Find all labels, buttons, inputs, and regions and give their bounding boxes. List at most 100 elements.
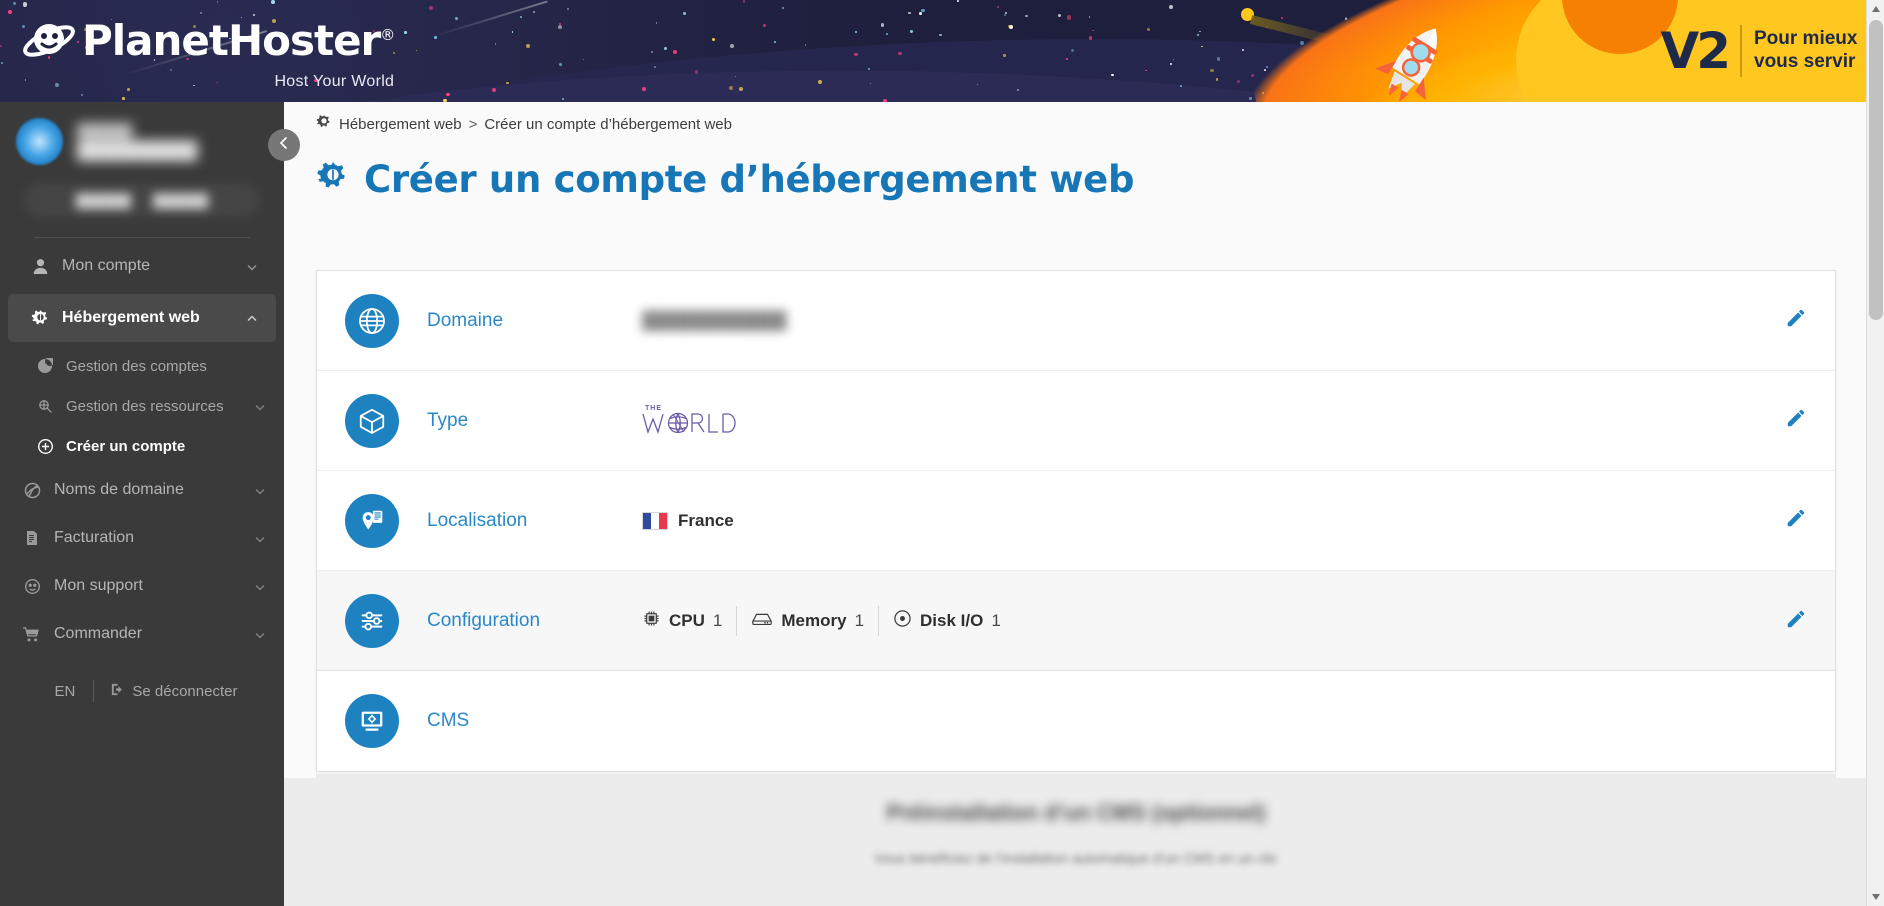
domain-icon <box>20 482 44 499</box>
cpu-icon <box>642 609 661 633</box>
cms-monitor-icon <box>345 694 399 748</box>
chevron-down-icon <box>254 484 266 496</box>
row-cms[interactable]: CMS <box>317 671 1835 771</box>
cube-icon <box>345 393 399 448</box>
globe-icon <box>345 293 399 348</box>
user-name-small: ██████ <box>77 122 133 138</box>
location-server-icon <box>345 493 399 548</box>
sidebar-label: Mon support <box>54 577 143 594</box>
breadcrumb: Hébergement web > Créer un compte d’hébe… <box>316 114 732 134</box>
sidebar-item-mon-support[interactable]: Mon support <box>0 562 284 610</box>
invoice-icon <box>20 530 44 546</box>
chevron-down-icon <box>254 580 266 592</box>
chevron-left-icon <box>277 136 291 155</box>
sidebar-sub-label: Gestion des ressources <box>66 397 224 415</box>
pencil-icon[interactable] <box>1785 407 1807 434</box>
config-memory-label: Memory <box>781 611 847 630</box>
sidebar-sub-label: Gestion des comptes <box>66 357 207 375</box>
chevron-down-icon <box>254 532 266 544</box>
avatar <box>16 118 63 165</box>
flag-fr-icon <box>642 511 668 530</box>
row-domaine[interactable]: Domaine ████████████ <box>317 271 1835 371</box>
world-logo-mark <box>642 412 736 435</box>
user-names: ██████ ██████████ <box>77 123 197 161</box>
resources-icon <box>34 398 56 414</box>
plus-circle-icon <box>34 438 56 455</box>
sidebar-item-gestion-des-ressources[interactable]: Gestion des ressources <box>0 386 284 426</box>
arrow-down-icon[interactable] <box>1867 888 1884 906</box>
sidebar-item-noms-de-domaine[interactable]: Noms de domaine <box>0 466 284 514</box>
row-label-type: Type <box>427 409 469 431</box>
user-name-large: ██████████ <box>77 140 198 160</box>
pencil-icon[interactable] <box>1785 307 1807 334</box>
gear-icon <box>316 114 332 134</box>
config-disk-value: 1 <box>991 611 1001 630</box>
brand-tagline: Host Your World <box>274 73 395 90</box>
cms-card: CMS <box>316 670 1836 772</box>
v2-line-1: Pour mieux <box>1754 28 1858 50</box>
sidebar-item-creer-un-compte[interactable]: Créer un compte <box>0 426 284 466</box>
memory-icon <box>751 609 773 633</box>
gear-icon <box>28 309 52 328</box>
chevron-up-icon <box>246 312 258 324</box>
page-title-text: Créer un compte d’hébergement web <box>364 158 1135 201</box>
cart-icon <box>20 626 44 643</box>
arrow-up-icon[interactable] <box>1867 0 1884 18</box>
credit-left: ██████ <box>75 192 131 208</box>
pencil-icon[interactable] <box>1785 507 1807 534</box>
sliders-icon <box>345 594 399 648</box>
sidebar-item-hebergement-web[interactable]: Hébergement web <box>8 294 276 342</box>
sidebar-divider <box>34 237 250 238</box>
v2-line-2: vous servir <box>1754 51 1856 72</box>
config-disk-label: Disk I/O <box>920 611 984 630</box>
summary-card: Domaine ████████████ Type THE Localisati… <box>316 270 1836 672</box>
logout-icon <box>110 682 125 701</box>
registered-mark: ® <box>380 26 395 44</box>
pencil-icon[interactable] <box>1785 608 1807 635</box>
disk-icon <box>893 609 912 633</box>
main-content: Hébergement web > Créer un compte d’hébe… <box>284 102 1866 906</box>
logout-button[interactable]: Se déconnecter <box>94 682 247 701</box>
page-title: Créer un compte d’hébergement web <box>316 158 1134 201</box>
brand-logo[interactable]: PlanetHoster® Host Your World <box>22 14 395 91</box>
sidebar: ██████ ██████████ ██████ ██████ Mon comp… <box>0 102 284 906</box>
cms-preinstall-section: Préinstallation d’un CMS (optionnel) Vou… <box>316 774 1836 906</box>
breadcrumb-separator: > <box>468 115 478 133</box>
config-memory-value: 1 <box>854 611 865 630</box>
language-switcher[interactable]: EN <box>37 683 94 700</box>
config-cpu-label: CPU <box>669 611 705 630</box>
config-disk-io: Disk I/O 1 <box>879 609 1015 633</box>
config-memory: Memory 1 <box>737 609 878 633</box>
user-icon <box>28 258 52 275</box>
breadcrumb-current: Créer un compte d’hébergement web <box>484 115 732 133</box>
user-block: ██████ ██████████ ██████ ██████ <box>0 102 284 238</box>
sidebar-label: Noms de domaine <box>54 481 184 498</box>
brand-name: PlanetHoster® <box>82 16 395 65</box>
v2-text: Pour mieux vous servir <box>1754 28 1857 74</box>
account-credit-pill[interactable]: ██████ ██████ <box>24 183 260 217</box>
sidebar-label: Hébergement web <box>62 309 200 326</box>
config-cpu: CPU 1 <box>642 609 736 633</box>
sidebar-label: Commander <box>54 625 143 642</box>
row-label-configuration: Configuration <box>427 610 541 631</box>
row-localisation[interactable]: Localisation France <box>317 471 1835 571</box>
sidebar-item-mon-compte[interactable]: Mon compte <box>8 242 276 290</box>
config-group: CPU 1 Memory 1 Disk I/O 1 <box>642 606 1015 636</box>
cms-section-heading: Préinstallation d’un CMS (optionnel) <box>886 800 1266 825</box>
row-label-domaine: Domaine <box>427 309 504 331</box>
row-configuration[interactable]: Configuration CPU 1 Memory 1 Disk I/O 1 <box>317 571 1835 671</box>
row-label-localisation: Localisation <box>427 509 528 531</box>
row-type[interactable]: Type THE <box>317 371 1835 471</box>
sidebar-item-facturation[interactable]: Facturation <box>0 514 284 562</box>
row-value-localisation: France <box>642 511 1785 531</box>
gear-icon <box>316 160 350 199</box>
scrollbar-thumb[interactable] <box>1869 20 1883 320</box>
page-scrollbar[interactable] <box>1866 0 1884 906</box>
credit-right: ██████ <box>153 192 209 208</box>
chevron-down-icon <box>246 260 258 272</box>
breadcrumb-parent[interactable]: Hébergement web <box>339 116 462 133</box>
sidebar-collapse-button[interactable] <box>268 129 300 161</box>
sidebar-sub-label: Créer un compte <box>66 437 186 455</box>
sidebar-item-gestion-des-comptes[interactable]: Gestion des comptes <box>0 346 284 386</box>
sidebar-item-commander[interactable]: Commander <box>0 610 284 658</box>
